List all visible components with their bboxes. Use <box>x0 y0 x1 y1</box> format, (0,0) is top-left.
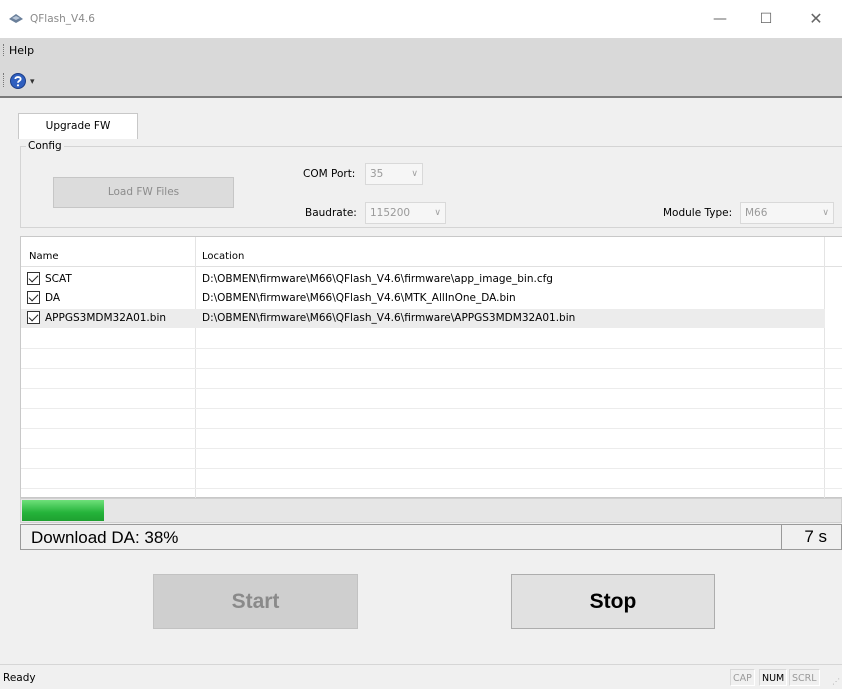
menu-bar: Help <box>0 38 842 64</box>
column-header-name[interactable]: Name <box>29 251 59 262</box>
resize-grip-icon[interactable]: ⋰ <box>832 677 840 686</box>
row-location: D:\OBMEN\firmware\M66\QFlash_V4.6\firmwa… <box>202 312 576 324</box>
grid-line <box>21 428 842 429</box>
help-icon[interactable] <box>9 72 27 90</box>
module-type-select[interactable]: M66 ∨ <box>740 202 834 224</box>
download-status-text: Download DA: 38% <box>31 528 179 547</box>
row-checkbox[interactable] <box>27 311 40 324</box>
grid-line <box>21 348 842 349</box>
app-icon <box>9 14 23 23</box>
row-name: DA <box>45 292 61 304</box>
com-port-value: 35 <box>370 168 384 180</box>
config-legend: Config <box>26 140 64 152</box>
num-lock-indicator: NUM <box>759 669 788 686</box>
toolbar-overflow-button[interactable]: ▾ <box>30 77 35 87</box>
elapsed-time: 7 s <box>781 525 841 549</box>
row-name: SCAT <box>45 273 72 285</box>
table-row[interactable]: SCAT D:\OBMEN\firmware\M66\QFlash_V4.6\f… <box>21 270 825 289</box>
minimize-button[interactable]: — <box>700 5 740 33</box>
status-bar: Ready CAP NUM SCRL ⋰ <box>0 664 842 689</box>
grid-line <box>21 448 842 449</box>
close-button[interactable]: ✕ <box>796 5 836 33</box>
grid-line <box>21 408 842 409</box>
menu-item-help[interactable]: Help <box>9 44 34 57</box>
column-header-location[interactable]: Location <box>202 251 244 262</box>
download-status: Download DA: 38% 7 s <box>20 524 842 550</box>
row-location: D:\OBMEN\firmware\M66\QFlash_V4.6\firmwa… <box>202 273 553 285</box>
status-ready-text: Ready <box>3 672 36 684</box>
row-location: D:\OBMEN\firmware\M66\QFlash_V4.6\MTK_Al… <box>202 292 516 304</box>
grid-line <box>21 388 842 389</box>
com-port-select[interactable]: 35 ∨ <box>365 163 423 185</box>
grid-line <box>21 488 842 489</box>
start-button[interactable]: Start <box>153 574 358 629</box>
row-name: APPGS3MDM32A01.bin <box>45 312 167 324</box>
progress-bar-fill <box>22 500 104 521</box>
scroll-lock-indicator: SCRL <box>789 669 820 686</box>
title-bar: QFlash_V4.6 — ☐ ✕ <box>0 0 842 38</box>
list-header: Name Location <box>21 237 842 267</box>
chevron-down-icon: ∨ <box>822 208 829 218</box>
grid-line <box>21 468 842 469</box>
table-row[interactable]: DA D:\OBMEN\firmware\M66\QFlash_V4.6\MTK… <box>21 289 825 308</box>
grid-line <box>21 368 842 369</box>
module-type-label: Module Type: <box>663 207 733 219</box>
menu-grip-handle[interactable] <box>3 44 5 56</box>
com-port-label: COM Port: <box>303 168 356 180</box>
chevron-down-icon: ∨ <box>434 208 441 218</box>
toolbar-grip-handle[interactable] <box>3 73 5 87</box>
baudrate-select[interactable]: 115200 ∨ <box>365 202 446 224</box>
window-title: QFlash_V4.6 <box>30 13 95 25</box>
table-row[interactable]: APPGS3MDM32A01.bin D:\OBMEN\firmware\M66… <box>21 309 825 328</box>
row-checkbox[interactable] <box>27 291 40 304</box>
tab-upgrade-fw[interactable]: Upgrade FW <box>18 113 138 139</box>
chevron-down-icon: ∨ <box>411 169 418 179</box>
baudrate-label: Baudrate: <box>305 207 357 219</box>
maximize-button[interactable]: ☐ <box>746 5 786 33</box>
baudrate-value: 115200 <box>370 207 411 219</box>
module-type-value: M66 <box>745 207 768 219</box>
firmware-file-list[interactable]: Name Location SCAT D:\OBMEN\firmware\M66… <box>20 236 842 499</box>
caps-lock-indicator: CAP <box>730 669 755 686</box>
progress-bar <box>20 498 842 523</box>
load-fw-files-button[interactable]: Load FW Files <box>53 177 234 208</box>
row-checkbox[interactable] <box>27 272 40 285</box>
stop-button[interactable]: Stop <box>511 574 715 629</box>
toolbar: ▾ <box>0 64 842 98</box>
